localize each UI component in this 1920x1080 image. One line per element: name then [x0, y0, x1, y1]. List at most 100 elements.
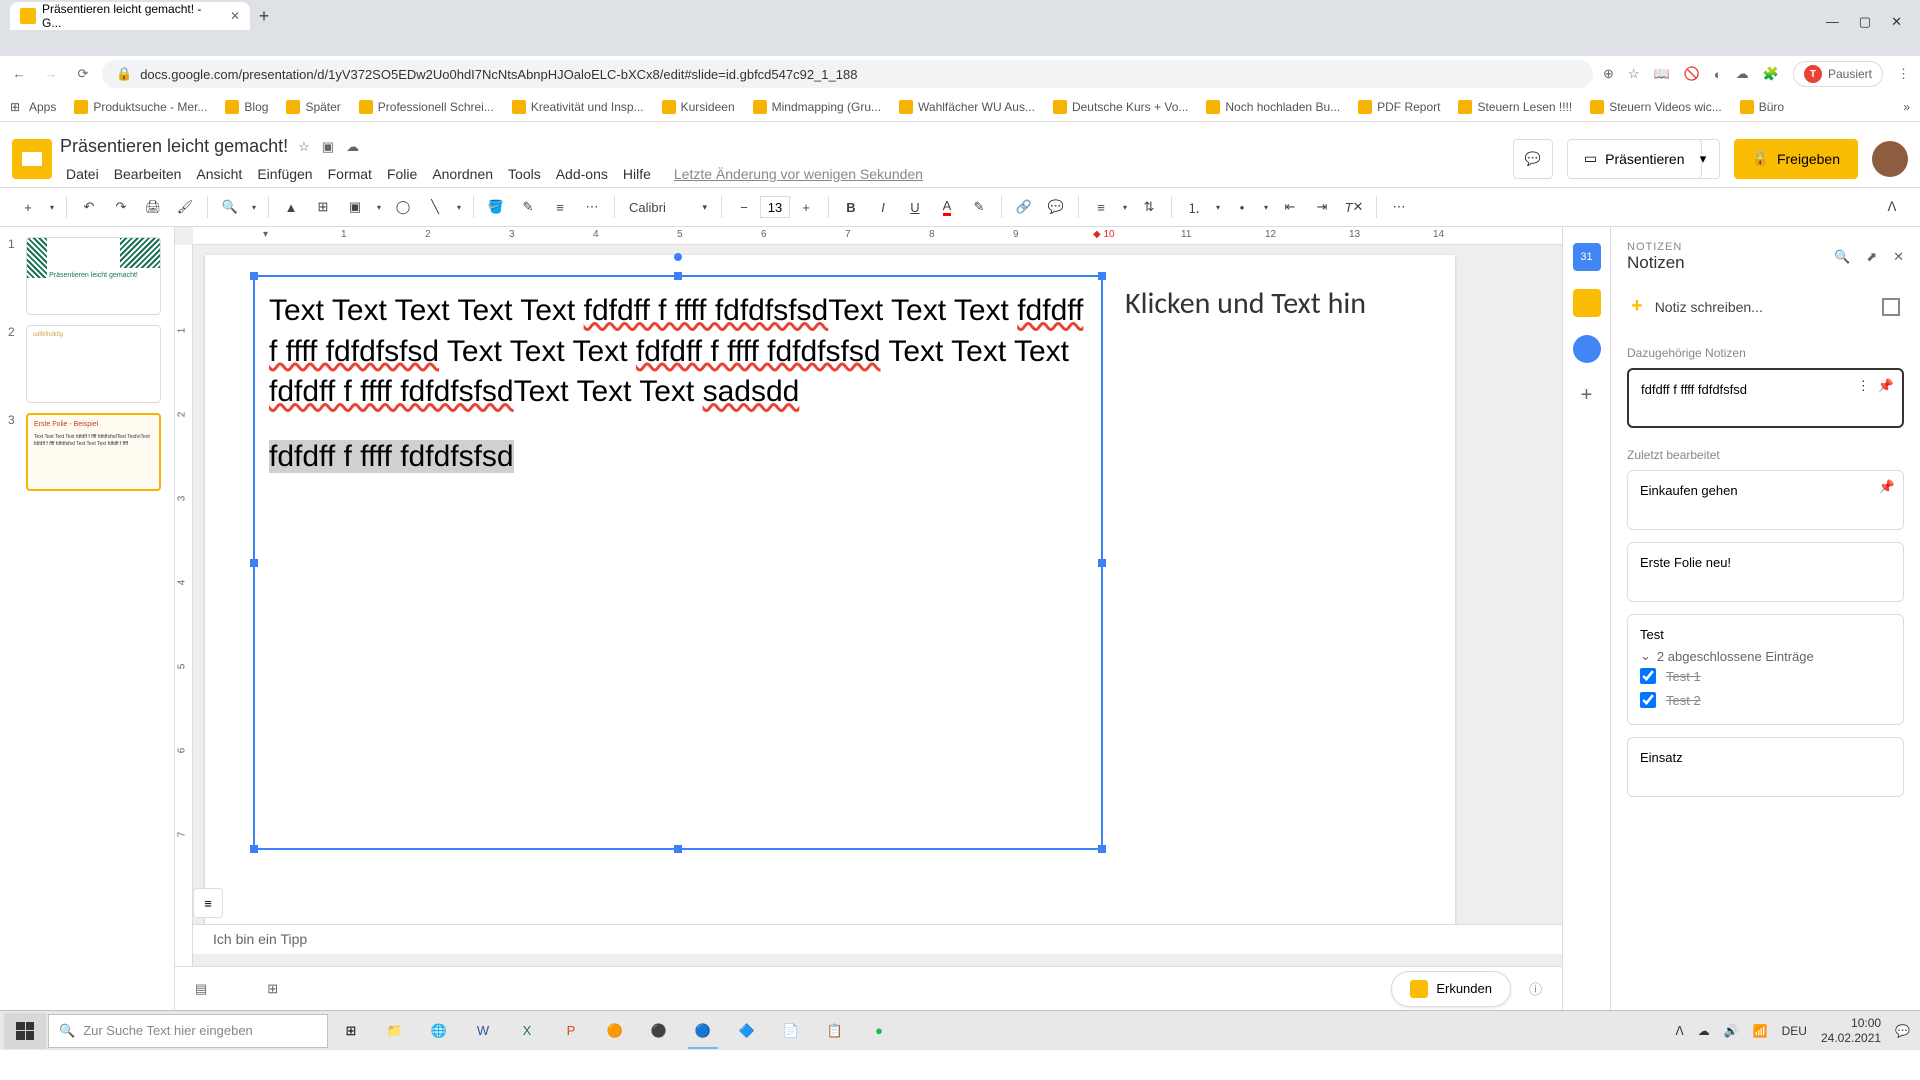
bookmark-item[interactable]: Steuern Lesen !!!!: [1458, 100, 1572, 114]
menu-format[interactable]: Format: [322, 164, 378, 184]
align-dropdown[interactable]: ▾: [1119, 203, 1131, 212]
new-slide-dropdown[interactable]: ▾: [46, 203, 58, 212]
more-button[interactable]: ⋯: [1385, 193, 1413, 221]
rotation-handle[interactable]: [674, 253, 682, 261]
zoom-button[interactable]: 🔍: [216, 193, 244, 221]
present-button[interactable]: ▭ Präsentieren: [1567, 139, 1702, 179]
minimize-icon[interactable]: —: [1826, 14, 1839, 30]
collapse-toolbar-button[interactable]: ᐱ: [1878, 193, 1906, 221]
pin-icon[interactable]: 📌: [1878, 378, 1894, 394]
menu-slide[interactable]: Folie: [381, 164, 423, 184]
app-icon[interactable]: 🟠: [594, 1013, 636, 1049]
grid-view-icon[interactable]: ⊞: [267, 981, 278, 997]
font-size-increase[interactable]: +: [792, 193, 820, 221]
menu-file[interactable]: Datei: [60, 164, 105, 184]
readmode-icon[interactable]: 📖: [1654, 66, 1670, 82]
cloud-tray-icon[interactable]: ☁: [1698, 1024, 1710, 1038]
app2-icon[interactable]: 📄: [770, 1013, 812, 1049]
tab-close-icon[interactable]: ✕: [230, 9, 240, 23]
back-icon[interactable]: ←: [10, 66, 28, 82]
shape-tool[interactable]: ◯: [389, 193, 417, 221]
resize-handle[interactable]: [250, 272, 258, 280]
start-button[interactable]: [4, 1013, 46, 1049]
link-button[interactable]: 🔗: [1010, 193, 1038, 221]
new-note-button[interactable]: + Notiz schreiben...: [1627, 285, 1904, 328]
indent-increase-button[interactable]: ⇥: [1308, 193, 1336, 221]
bookmark-item[interactable]: Mindmapping (Gru...: [753, 100, 881, 114]
volume-icon[interactable]: 🔊: [1724, 1024, 1739, 1038]
bookmark-item[interactable]: Deutsche Kurs + Vo...: [1053, 100, 1188, 114]
resize-handle[interactable]: [1098, 559, 1106, 567]
font-size-decrease[interactable]: −: [730, 193, 758, 221]
undo-button[interactable]: ↶: [75, 193, 103, 221]
clear-format-button[interactable]: T✕: [1340, 193, 1368, 221]
line-tool[interactable]: ╲: [421, 193, 449, 221]
maximize-icon[interactable]: ▢: [1859, 14, 1871, 30]
excel-icon[interactable]: X: [506, 1013, 548, 1049]
browser-tab[interactable]: Präsentieren leicht gemacht! - G... ✕: [10, 2, 250, 30]
star-icon[interactable]: ☆: [1628, 66, 1640, 82]
chrome-icon[interactable]: 🔵: [682, 1013, 724, 1049]
add-addon-icon[interactable]: +: [1573, 381, 1601, 409]
adblock-icon[interactable]: 🚫: [1684, 66, 1700, 82]
slide-thumbnail-2[interactable]: sdlfkfhdkflg: [26, 325, 161, 403]
italic-button[interactable]: I: [869, 193, 897, 221]
border-weight-button[interactable]: ≡: [546, 193, 574, 221]
bookmark-item[interactable]: PDF Report: [1358, 100, 1440, 114]
bookmark-apps[interactable]: ⊞Apps: [10, 100, 56, 114]
pin-icon[interactable]: 📌: [1879, 479, 1895, 495]
border-dash-button[interactable]: ⋯: [578, 193, 606, 221]
new-slide-button[interactable]: +: [14, 193, 42, 221]
zoom-dropdown[interactable]: ▾: [248, 203, 260, 212]
menu-view[interactable]: Ansicht: [190, 164, 248, 184]
language-indicator[interactable]: DEU: [1782, 1024, 1807, 1038]
slides-logo-icon[interactable]: [12, 139, 52, 179]
menu-edit[interactable]: Bearbeiten: [108, 164, 188, 184]
user-avatar[interactable]: [1872, 141, 1908, 177]
bookmark-item[interactable]: Kursideen: [662, 100, 735, 114]
resize-handle[interactable]: [674, 845, 682, 853]
wifi-icon[interactable]: 📶: [1753, 1024, 1768, 1038]
line-spacing-button[interactable]: ⇅: [1135, 193, 1163, 221]
zoom-icon[interactable]: ⊕: [1603, 66, 1614, 82]
spotify-icon[interactable]: ●: [858, 1013, 900, 1049]
notifications-icon[interactable]: 💬: [1895, 1024, 1910, 1038]
new-tab-button[interactable]: +: [250, 2, 278, 30]
resize-handle[interactable]: [674, 272, 682, 280]
print-button[interactable]: 🖨: [139, 193, 167, 221]
forward-icon[interactable]: →: [42, 66, 60, 82]
paint-format-button[interactable]: 🖌: [171, 193, 199, 221]
star-icon[interactable]: ☆: [298, 139, 310, 155]
url-field[interactable]: 🔒 docs.google.com/presentation/d/1yV372S…: [102, 60, 1593, 88]
calendar-icon[interactable]: 31: [1573, 243, 1601, 271]
edge-icon[interactable]: 🌐: [418, 1013, 460, 1049]
numbered-list-button[interactable]: ⒈: [1180, 193, 1208, 221]
close-icon[interactable]: ✕: [1891, 14, 1902, 30]
note-card-test[interactable]: Test ⌄ 2 abgeschlossene Einträge Test 1 …: [1627, 614, 1904, 725]
slide-thumbnail-1[interactable]: Präsentieren leicht gemacht!: [26, 237, 161, 315]
resize-handle[interactable]: [250, 845, 258, 853]
note-card-einsatz[interactable]: Einsatz: [1627, 737, 1904, 797]
checklist-icon[interactable]: [1882, 298, 1900, 316]
menu-help[interactable]: Hilfe: [617, 164, 657, 184]
word-icon[interactable]: W: [462, 1013, 504, 1049]
bookmark-item[interactable]: Noch hochladen Bu...: [1206, 100, 1340, 114]
puzzle-icon[interactable]: 🧩: [1763, 66, 1779, 82]
reload-icon[interactable]: ⟳: [74, 66, 92, 82]
image-dropdown[interactable]: ▾: [373, 203, 385, 212]
taskbar-search[interactable]: 🔍 Zur Suche Text hier eingeben: [48, 1014, 328, 1048]
share-button[interactable]: 🔒 Freigeben: [1734, 139, 1858, 179]
bookmark-item[interactable]: Kreativität und Insp...: [512, 100, 644, 114]
explorer-icon[interactable]: 📁: [374, 1013, 416, 1049]
edge2-icon[interactable]: 🔷: [726, 1013, 768, 1049]
resize-handle[interactable]: [1098, 272, 1106, 280]
powerpoint-icon[interactable]: P: [550, 1013, 592, 1049]
open-icon[interactable]: ⬈: [1866, 249, 1877, 265]
note-card-related[interactable]: ⋮ 📌 fdfdff f ffff fdfdfsfsd: [1627, 368, 1904, 428]
fill-color-button[interactable]: 🪣: [482, 193, 510, 221]
menu-tools[interactable]: Tools: [502, 164, 547, 184]
indent-decrease-button[interactable]: ⇤: [1276, 193, 1304, 221]
doc-title[interactable]: Präsentieren leicht gemacht!: [60, 136, 288, 157]
move-icon[interactable]: ▣: [322, 139, 334, 155]
textbox-tool[interactable]: ⊞: [309, 193, 337, 221]
